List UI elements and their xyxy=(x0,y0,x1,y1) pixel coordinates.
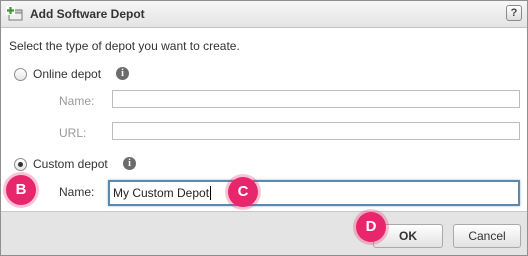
add-software-depot-dialog: Add Software Depot ? Select the type of … xyxy=(0,0,528,256)
cancel-button[interactable]: Cancel xyxy=(453,224,521,248)
help-icon[interactable]: ? xyxy=(506,5,522,21)
dialog-titlebar: Add Software Depot ? xyxy=(1,1,527,28)
online-name-input[interactable] xyxy=(112,90,520,108)
online-url-input[interactable] xyxy=(112,122,520,140)
custom-name-value: My Custom Depot xyxy=(113,186,212,200)
dialog-footer: OK Cancel xyxy=(1,212,527,255)
marker-b: B xyxy=(6,175,36,205)
online-depot-radio[interactable] xyxy=(14,68,27,81)
custom-depot-radio[interactable] xyxy=(14,158,27,171)
online-depot-label[interactable]: Online depot xyxy=(33,67,101,81)
custom-name-label: Name: xyxy=(59,185,95,199)
online-name-label: Name: xyxy=(59,94,95,108)
depot-type-prompt: Select the type of depot you want to cre… xyxy=(9,39,240,53)
custom-name-input[interactable]: My Custom Depot xyxy=(108,180,520,206)
dialog-body: Select the type of depot you want to cre… xyxy=(1,28,527,212)
marker-d: D xyxy=(356,212,386,242)
add-depot-icon xyxy=(6,6,24,22)
online-depot-info-icon[interactable]: i xyxy=(116,67,129,80)
online-url-label: URL: xyxy=(59,126,87,140)
custom-depot-label[interactable]: Custom depot xyxy=(33,157,108,171)
dialog-title: Add Software Depot xyxy=(30,7,145,21)
marker-c: C xyxy=(228,177,258,207)
custom-depot-info-icon[interactable]: i xyxy=(123,157,136,170)
